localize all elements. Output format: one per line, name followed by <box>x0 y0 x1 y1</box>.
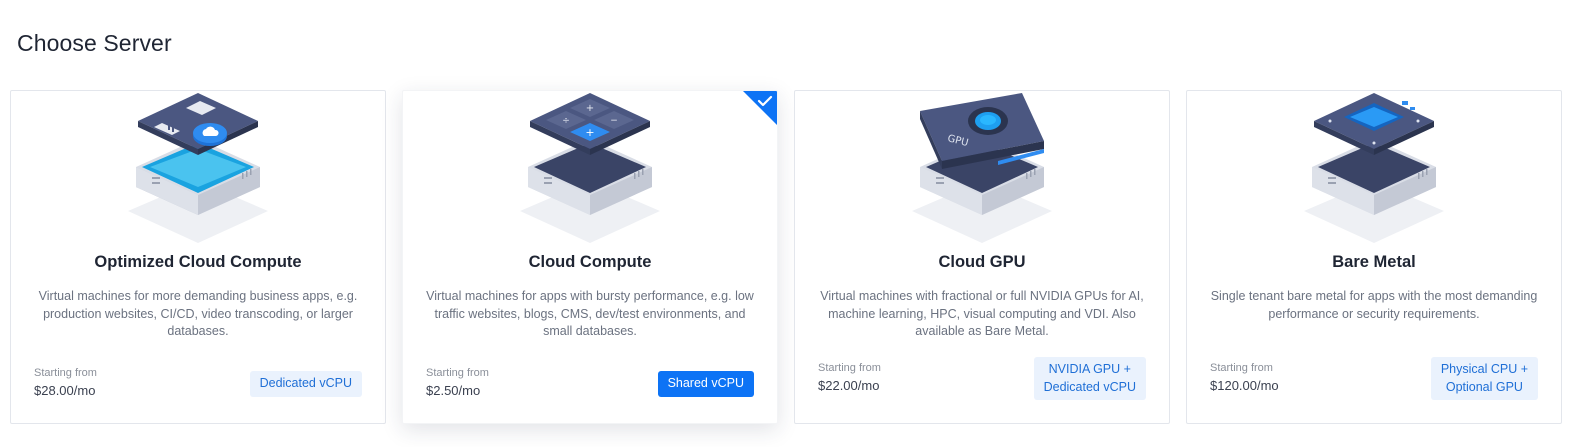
svg-text:÷: ÷ <box>562 116 570 126</box>
price: $120.00/mo <box>1210 378 1279 393</box>
card-title: Bare Metal <box>1332 253 1416 271</box>
badge-line: Shared vCPU <box>667 376 744 390</box>
svg-text:+: + <box>586 103 594 114</box>
card-title: Optimized Cloud Compute <box>94 253 302 271</box>
starting-from-label: Starting from <box>818 362 881 374</box>
starting-from-label: Starting from <box>426 367 489 379</box>
server-compute-cloud-icon <box>11 91 385 251</box>
server-card-optimized-cloud-compute[interactable]: Optimized Cloud Compute Virtual machines… <box>10 90 386 424</box>
server-card-cloud-compute[interactable]: + ÷ − + Cloud Compute Virtual machines f… <box>402 90 778 424</box>
badge-line: Dedicated vCPU <box>259 376 352 390</box>
server-card-bare-metal[interactable]: Bare Metal Single tenant bare metal for … <box>1186 90 1562 424</box>
cpu-type-badge: Shared vCPU <box>657 371 754 397</box>
card-description: Virtual machines for more demanding busi… <box>38 289 358 338</box>
server-card-cloud-gpu[interactable]: GPU Cloud GPU Virtual machines with frac… <box>794 90 1170 424</box>
cpu-type-badge: Dedicated vCPU <box>249 371 362 397</box>
price: $22.00/mo <box>818 378 880 393</box>
svg-text:−: − <box>610 116 618 126</box>
card-description: Virtual machines for apps with bursty pe… <box>426 289 754 338</box>
bare-metal-chip-icon <box>1187 91 1561 251</box>
card-title: Cloud GPU <box>938 253 1026 271</box>
card-description: Virtual machines with fractional or full… <box>820 289 1144 338</box>
badge-line: NVIDIA GPU + <box>1048 362 1131 376</box>
card-description: Single tenant bare metal for apps with t… <box>1210 289 1538 321</box>
starting-from-label: Starting from <box>34 367 97 379</box>
price: $2.50/mo <box>426 383 481 398</box>
cpu-type-badge: NVIDIA GPU + Dedicated vCPU <box>1033 357 1146 400</box>
badge-line: Physical CPU + <box>1440 362 1528 376</box>
choose-server-page: Choose Server Optimized Cloud Compute Vi… <box>0 0 1593 447</box>
price: $28.00/mo <box>34 383 96 398</box>
svg-text:+: + <box>585 126 594 139</box>
gpu-card-icon: GPU <box>795 91 1169 251</box>
badge-line: Optional GPU <box>1445 379 1523 394</box>
card-title: Cloud Compute <box>528 253 652 271</box>
badge-line: Dedicated vCPU <box>1043 379 1136 394</box>
page-title: Choose Server <box>17 30 172 56</box>
server-calculator-icon: + ÷ − + <box>403 91 777 251</box>
starting-from-label: Starting from <box>1210 362 1273 374</box>
cpu-type-badge: Physical CPU + Optional GPU <box>1430 357 1538 400</box>
